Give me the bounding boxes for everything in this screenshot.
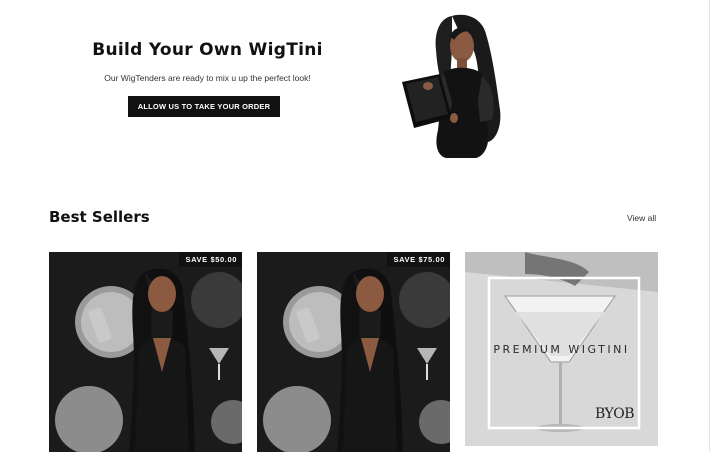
wigtender-model-image bbox=[402, 14, 501, 158]
best-sellers-title: Best Sellers bbox=[49, 208, 150, 226]
save-badge: SAVE $75.00 bbox=[386, 252, 450, 267]
product-card-1[interactable]: SAVE $50.00 bbox=[49, 252, 242, 452]
take-order-button[interactable]: ALLOW US TO TAKE YOUR ORDER bbox=[128, 96, 280, 117]
product-overlay-title: PREMIUM WIGTINI bbox=[493, 343, 630, 356]
product-card-3[interactable]: PREMIUM WIGTINI BYOB bbox=[465, 252, 658, 446]
product-image-1 bbox=[49, 252, 242, 452]
save-badge: SAVE $50.00 bbox=[178, 252, 242, 267]
byob-logo: BYOB bbox=[595, 406, 635, 422]
product-image-2 bbox=[257, 252, 450, 452]
view-all-link[interactable]: View all bbox=[627, 213, 656, 223]
hero-subtitle: Our WigTenders are ready to mix u up the… bbox=[104, 73, 311, 83]
hero-title: Build Your Own WigTini bbox=[92, 40, 323, 60]
product-card-2[interactable]: SAVE $75.00 bbox=[257, 252, 450, 452]
hero-banner: Build Your Own WigTini Our WigTenders ar… bbox=[0, 0, 700, 170]
